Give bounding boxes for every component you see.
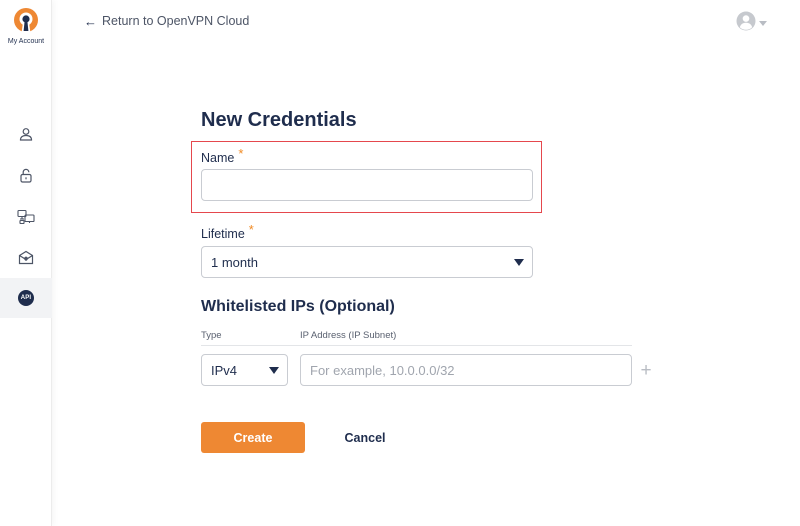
lifetime-label-text: Lifetime	[201, 227, 245, 241]
caret-down-icon	[514, 258, 524, 266]
lifetime-select[interactable]: 1 month	[201, 246, 533, 278]
user-icon	[19, 127, 33, 141]
openvpn-logo-icon[interactable]	[10, 7, 42, 39]
name-label: Name *	[201, 146, 243, 165]
my-account-label[interactable]: My Account	[0, 38, 52, 45]
return-link-label: Return to OpenVPN Cloud	[102, 14, 250, 28]
mail-shield-icon	[18, 250, 34, 265]
add-ip-button[interactable]: +	[638, 361, 654, 380]
sidebar-item-devices[interactable]	[0, 196, 52, 236]
lock-icon	[19, 168, 33, 183]
sidebar-item-mail[interactable]	[0, 237, 52, 277]
sidebar: My Account API	[0, 0, 52, 526]
name-input[interactable]	[201, 169, 533, 201]
ip-type-select[interactable]: IPv4	[201, 354, 288, 386]
caret-down-icon	[269, 366, 279, 374]
ip-column-header: IP Address (IP Subnet)	[300, 330, 397, 341]
ip-type-value: IPv4	[211, 362, 238, 378]
lifetime-select-value: 1 month	[211, 254, 258, 270]
sidebar-item-security[interactable]	[0, 155, 52, 195]
name-label-text: Name	[201, 151, 235, 165]
chevron-down-icon	[759, 21, 767, 26]
whitelist-section-title: Whitelisted IPs (Optional)	[201, 298, 395, 315]
create-button[interactable]: Create	[201, 422, 305, 453]
divider	[201, 345, 632, 346]
page-title: New Credentials	[201, 109, 357, 131]
user-menu[interactable]	[736, 11, 767, 36]
arrow-left-icon: ←	[84, 13, 97, 29]
user-avatar-icon	[736, 11, 756, 36]
devices-icon	[17, 209, 35, 224]
required-marker: *	[248, 222, 254, 237]
sidebar-item-user[interactable]	[0, 114, 52, 154]
sidebar-item-api[interactable]: API	[0, 278, 52, 318]
lifetime-label: Lifetime *	[201, 222, 254, 241]
required-marker: *	[238, 146, 244, 161]
type-column-header: Type	[201, 330, 222, 341]
return-link[interactable]: ← Return to OpenVPN Cloud	[84, 14, 249, 28]
cancel-button[interactable]: Cancel	[329, 422, 401, 453]
ip-address-input[interactable]	[300, 354, 632, 386]
api-icon: API	[18, 290, 34, 306]
